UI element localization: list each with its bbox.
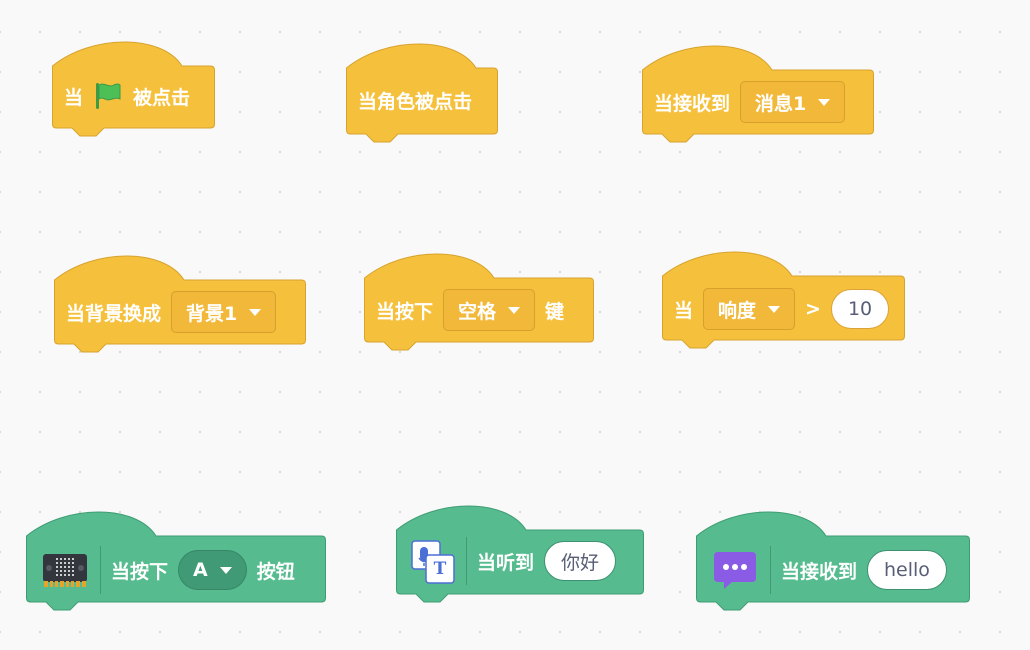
threshold-input[interactable]: 10 bbox=[830, 289, 890, 329]
chevron-down-icon bbox=[818, 98, 831, 106]
receive-label: 当接收到 bbox=[654, 92, 731, 115]
key-dropdown-value: 空格 bbox=[458, 300, 497, 323]
when-label: 当 bbox=[674, 299, 694, 322]
button-suffix-label: 按钮 bbox=[256, 560, 295, 583]
button-pressed-label: 当按下 bbox=[111, 560, 169, 583]
message-dropdown-value: 消息1 bbox=[755, 92, 807, 115]
microbit-board-icon bbox=[40, 548, 90, 592]
speech-to-text-icon: T bbox=[410, 537, 456, 585]
chevron-down-icon bbox=[768, 305, 781, 313]
speech-heard-label: 当听到 bbox=[477, 551, 535, 574]
divider bbox=[770, 546, 771, 594]
sensor-dropdown-value: 响度 bbox=[718, 299, 757, 322]
message-input[interactable]: hello bbox=[867, 550, 947, 590]
when-sprite-clicked-block[interactable]: 当角色被点击 bbox=[346, 43, 498, 143]
speech-icon-letter: T bbox=[433, 559, 447, 579]
divider bbox=[100, 546, 101, 594]
backdrop-label: 当背景换成 bbox=[66, 302, 162, 325]
button-dropdown[interactable]: A bbox=[178, 550, 247, 590]
when-flag-clicked-block[interactable]: 当 被点击 bbox=[52, 40, 215, 137]
green-flag-icon bbox=[96, 83, 121, 109]
chat-bubble-icon bbox=[710, 548, 760, 592]
when-receive-message-block[interactable]: 当接收到 消息1 bbox=[642, 45, 874, 146]
button-dropdown-value: A bbox=[193, 559, 208, 581]
chevron-down-icon bbox=[249, 308, 262, 316]
backdrop-dropdown-value: 背景1 bbox=[186, 302, 238, 325]
sensor-dropdown[interactable]: 响度 bbox=[703, 288, 796, 330]
when-backdrop-switches-block[interactable]: 当背景换成 背景1 bbox=[54, 255, 306, 356]
key-dropdown[interactable]: 空格 bbox=[443, 289, 536, 331]
message-dropdown[interactable]: 消息1 bbox=[740, 81, 846, 123]
receive-label: 当接收到 bbox=[781, 560, 858, 583]
when-key-pressed-block[interactable]: 当按下 空格 键 bbox=[364, 253, 594, 354]
when-speech-heard-block[interactable]: T 当听到 你好 bbox=[396, 505, 644, 606]
clicked-label: 被点击 bbox=[133, 86, 191, 109]
sprite-clicked-label: 当角色被点击 bbox=[358, 90, 473, 113]
when-ai-message-received-block[interactable]: 当接收到 hello bbox=[696, 511, 970, 612]
greater-than-operator: > bbox=[805, 298, 821, 320]
key-pressed-label: 当按下 bbox=[376, 300, 434, 323]
divider bbox=[466, 537, 467, 585]
phrase-input[interactable]: 你好 bbox=[544, 541, 617, 581]
when-sensor-greater-block[interactable]: 当 响度 > 10 bbox=[662, 251, 905, 352]
backdrop-dropdown[interactable]: 背景1 bbox=[171, 291, 277, 333]
chevron-down-icon bbox=[508, 306, 521, 314]
when-label: 当 bbox=[64, 86, 84, 109]
when-microbit-button-pressed-block[interactable]: 当按下 A 按钮 bbox=[26, 511, 326, 611]
key-suffix-label: 键 bbox=[545, 300, 565, 323]
chevron-down-icon bbox=[219, 566, 232, 574]
